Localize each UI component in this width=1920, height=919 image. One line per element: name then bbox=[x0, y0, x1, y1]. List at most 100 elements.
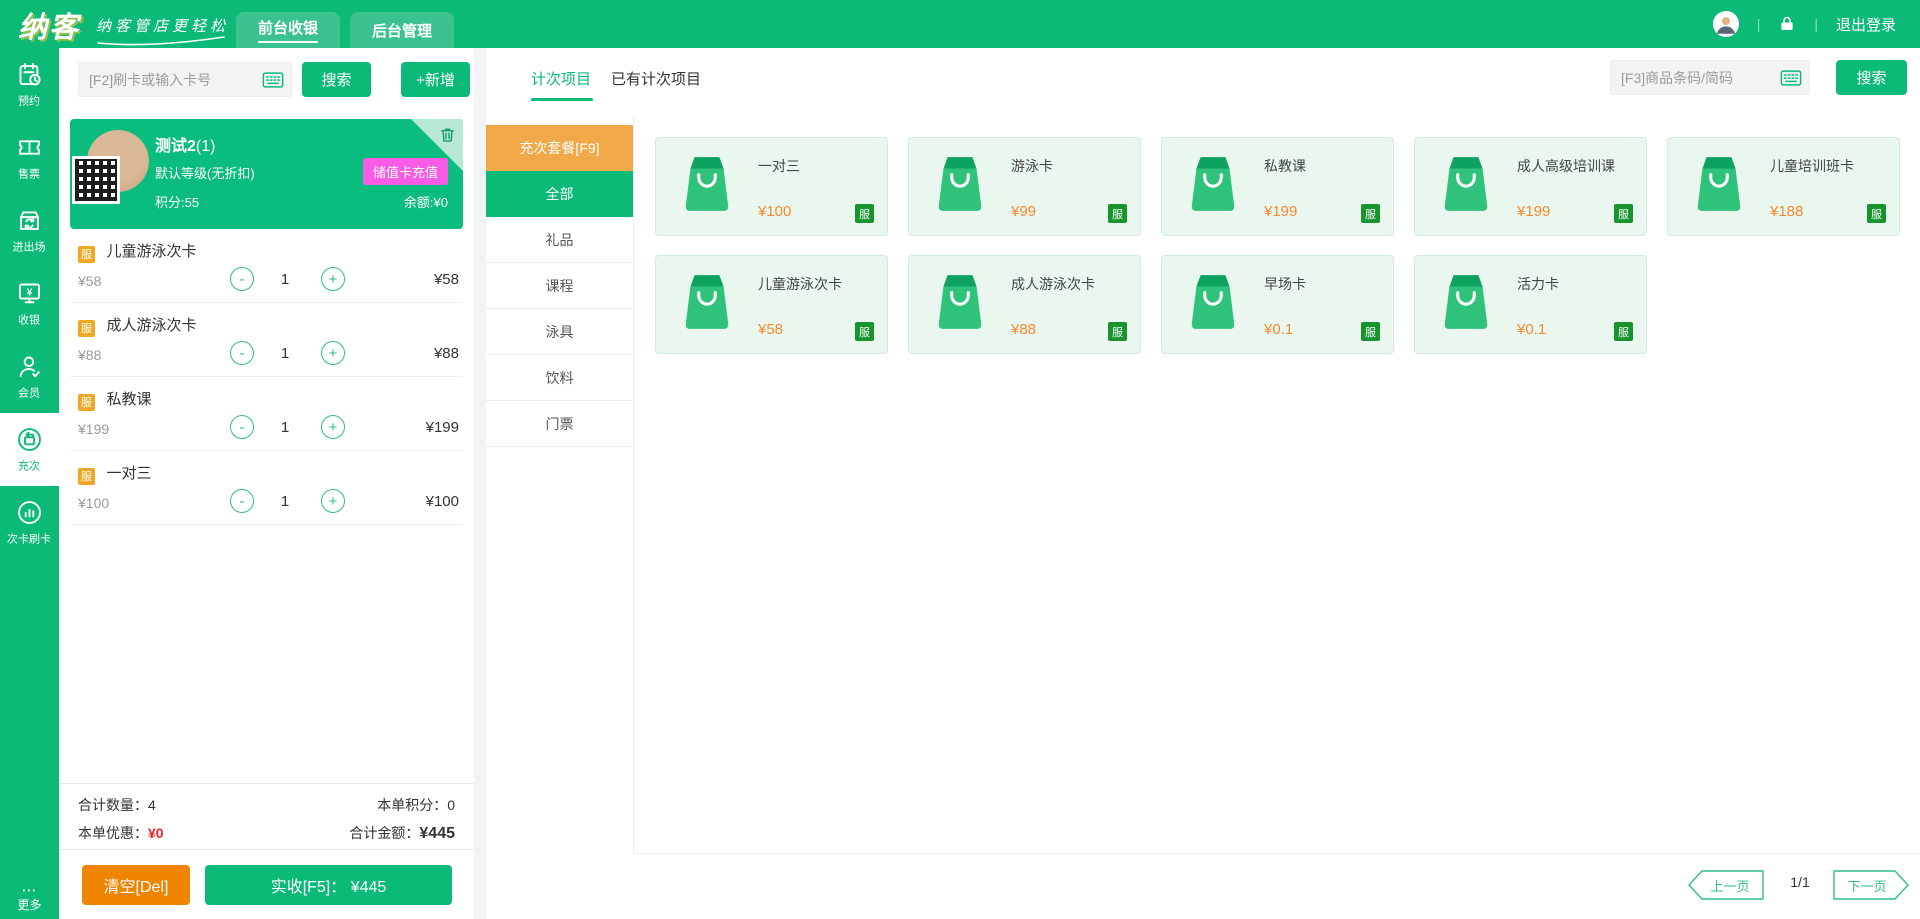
logout-button[interactable]: 退出登录 bbox=[1836, 14, 1896, 35]
checkout-button[interactable]: 实收[F5]： ¥445 bbox=[205, 865, 452, 905]
add-member-button[interactable]: +新增 bbox=[401, 62, 470, 97]
tab-front-cashier[interactable]: 前台收银 bbox=[236, 12, 340, 48]
sidebar-item-gate[interactable]: 进出场 bbox=[0, 194, 59, 267]
product-price: ¥88 bbox=[1011, 321, 1036, 338]
increase-qty-button[interactable]: + bbox=[321, 341, 345, 365]
member-card-search-field bbox=[78, 62, 292, 97]
svg-text:¥: ¥ bbox=[27, 287, 33, 298]
product-card[interactable]: 私教课 ¥199 服 bbox=[1161, 137, 1394, 236]
remove-member-button[interactable] bbox=[439, 126, 456, 144]
product-name: 儿童游泳次卡 bbox=[758, 274, 842, 294]
sidebar-item-reservation[interactable]: 预约 bbox=[0, 48, 59, 121]
shopping-bag-icon bbox=[1690, 153, 1748, 215]
category-swim-gear[interactable]: 泳具 bbox=[486, 309, 633, 355]
cart-item: 服 私教课 ¥199 - 1 + ¥199 bbox=[70, 377, 463, 451]
main-area: 计次项目 已有计次项目 搜索 充次套餐[F9] 全部 礼品 课程 泳具 饮料 门… bbox=[486, 48, 1920, 919]
service-tag: 服 bbox=[1361, 204, 1380, 223]
product-search-button[interactable]: 搜索 bbox=[1836, 60, 1907, 95]
increase-qty-button[interactable]: + bbox=[321, 489, 345, 513]
shopping-bag-icon bbox=[1184, 153, 1242, 215]
tab-existing-count-items[interactable]: 已有计次项目 bbox=[611, 68, 701, 89]
separator: | bbox=[1757, 16, 1761, 32]
product-card[interactable]: 儿童游泳次卡 ¥58 服 bbox=[655, 255, 888, 354]
cart-item-total: ¥88 bbox=[434, 345, 459, 362]
shopping-bag-icon bbox=[678, 271, 736, 333]
shopping-bag-icon bbox=[1437, 153, 1495, 215]
summary-row: 本单优惠：¥0 合计金额：¥445 bbox=[78, 823, 455, 843]
member-balance: 余额:¥0 bbox=[404, 192, 448, 211]
increase-qty-button[interactable]: + bbox=[321, 415, 345, 439]
product-card[interactable]: 一对三 ¥100 服 bbox=[655, 137, 888, 236]
top-right-cluster: | | 退出登录 bbox=[1713, 0, 1896, 48]
clear-cart-button[interactable]: 清空[Del] bbox=[82, 865, 190, 905]
sidebar-item-label: 次卡刷卡 bbox=[7, 530, 51, 546]
sidebar-item-members[interactable]: 会员 bbox=[0, 340, 59, 413]
shopping-bag-icon bbox=[931, 271, 989, 333]
sidebar-item-card-swipe[interactable]: 次卡刷卡 bbox=[0, 486, 59, 559]
prev-page-button[interactable]: 上一页 bbox=[1687, 870, 1765, 900]
product-card[interactable]: 儿童培训班卡 ¥188 服 bbox=[1667, 137, 1900, 236]
tab-backend-admin[interactable]: 后台管理 bbox=[350, 12, 454, 48]
cart-item-name: 私教课 bbox=[106, 391, 151, 408]
next-page-label: 下一页 bbox=[1832, 870, 1910, 900]
category-drinks[interactable]: 饮料 bbox=[486, 355, 633, 401]
product-card[interactable]: 游泳卡 ¥99 服 bbox=[908, 137, 1141, 236]
member-search-button[interactable]: 搜索 bbox=[302, 62, 371, 97]
decrease-qty-button[interactable]: - bbox=[230, 341, 254, 365]
product-name: 一对三 bbox=[758, 156, 800, 176]
product-card[interactable]: 成人高级培训课 ¥199 服 bbox=[1414, 137, 1647, 236]
sidebar-item-tickets[interactable]: 售票 bbox=[0, 121, 59, 194]
product-name: 私教课 bbox=[1264, 156, 1306, 176]
lock-icon[interactable] bbox=[1778, 14, 1796, 34]
user-avatar-button[interactable] bbox=[1713, 11, 1739, 37]
next-page-button[interactable]: 下一页 bbox=[1832, 870, 1910, 900]
cart-item-total: ¥58 bbox=[434, 271, 459, 288]
keyboard-icon[interactable] bbox=[1780, 69, 1802, 87]
category-recharge-package[interactable]: 充次套餐[F9] bbox=[486, 125, 633, 171]
service-tag: 服 bbox=[1108, 204, 1127, 223]
product-card[interactable]: 成人游泳次卡 ¥88 服 bbox=[908, 255, 1141, 354]
active-tab-underline bbox=[531, 98, 593, 101]
sidebar-item-recharge-count[interactable]: 充次 bbox=[0, 413, 59, 486]
product-barcode-input[interactable] bbox=[1611, 61, 1761, 94]
sidebar-item-label: 充次 bbox=[18, 457, 40, 473]
product-card[interactable]: 早场卡 ¥0.1 服 bbox=[1161, 255, 1394, 354]
decrease-qty-button[interactable]: - bbox=[230, 415, 254, 439]
tab-count-items[interactable]: 计次项目 bbox=[531, 68, 591, 89]
decrease-qty-button[interactable]: - bbox=[230, 489, 254, 513]
sidebar-more-button[interactable]: ⋯ 更多 bbox=[0, 886, 59, 913]
cart-item-name: 一对三 bbox=[106, 465, 151, 482]
tab-label: 后台管理 bbox=[372, 20, 432, 41]
member-card-search-input[interactable] bbox=[79, 63, 239, 96]
cart-item-unit-price: ¥199 bbox=[78, 421, 109, 437]
category-all[interactable]: 全部 bbox=[486, 171, 633, 217]
tab-label: 前台收银 bbox=[258, 17, 318, 43]
member-card: 测试2(1) 默认等级(无折扣) 积分:55 储值卡充值 余额:¥0 bbox=[70, 119, 463, 229]
cart-item-qty: 1 bbox=[270, 493, 300, 510]
cart-item-qty: 1 bbox=[270, 419, 300, 436]
product-barcode-field bbox=[1610, 60, 1810, 95]
category-gifts[interactable]: 礼品 bbox=[486, 217, 633, 263]
product-price: ¥199 bbox=[1264, 203, 1297, 220]
product-price: ¥58 bbox=[758, 321, 783, 338]
ellipsis-icon: ⋯ bbox=[0, 886, 59, 896]
ticket-icon bbox=[16, 134, 43, 161]
brand-logo-text: 纳客 bbox=[18, 4, 80, 46]
keyboard-icon[interactable] bbox=[262, 71, 284, 89]
member-points: 积分:55 bbox=[155, 192, 199, 211]
increase-qty-button[interactable]: + bbox=[321, 267, 345, 291]
brand-tagline: 纳客管店更轻松 bbox=[96, 18, 229, 35]
category-courses[interactable]: 课程 bbox=[486, 263, 633, 309]
product-price: ¥199 bbox=[1517, 203, 1550, 220]
actions-divider bbox=[59, 849, 474, 850]
category-admission[interactable]: 门票 bbox=[486, 401, 633, 447]
cart-item: 服 儿童游泳次卡 ¥58 - 1 + ¥58 bbox=[70, 229, 463, 303]
decrease-qty-button[interactable]: - bbox=[230, 267, 254, 291]
product-card[interactable]: 活力卡 ¥0.1 服 bbox=[1414, 255, 1647, 354]
service-tag: 服 bbox=[855, 322, 874, 341]
cart-item-name: 成人游泳次卡 bbox=[106, 317, 196, 334]
order-discount: 本单优惠：¥0 bbox=[78, 823, 164, 843]
sidebar-item-label: 会员 bbox=[18, 384, 40, 400]
cart-item-total: ¥100 bbox=[426, 493, 459, 510]
sidebar-item-cashier[interactable]: ¥ 收银 bbox=[0, 267, 59, 340]
